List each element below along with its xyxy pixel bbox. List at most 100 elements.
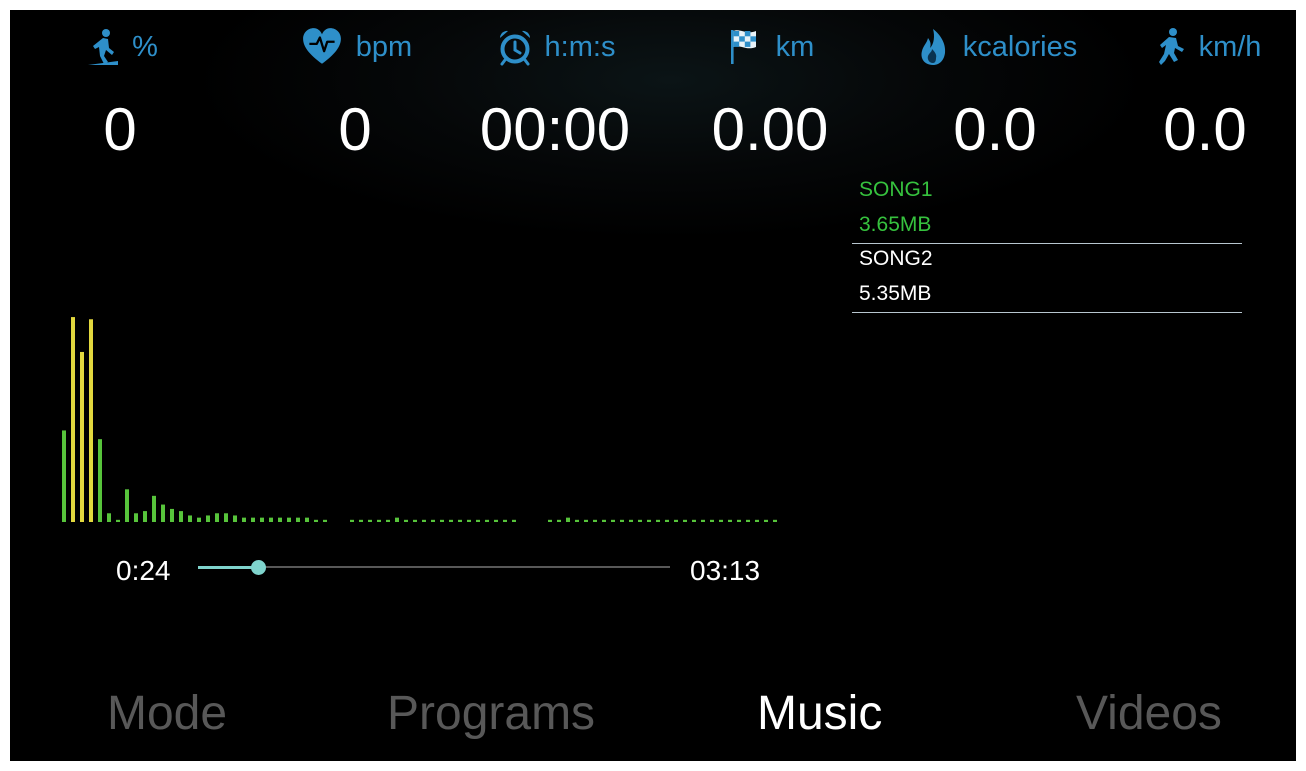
song-size: 5.35MB — [859, 282, 932, 305]
song-item-song1[interactable]: SONG1 3.65MB — [852, 175, 1242, 244]
spectrum-bar — [125, 489, 129, 522]
spectrum-bar — [224, 513, 228, 522]
spectrum-bar — [404, 519, 408, 522]
spectrum-bar — [233, 515, 237, 522]
spectrum-bar — [557, 519, 561, 522]
total-duration: 03:13 — [690, 555, 761, 586]
spectrum-bar — [773, 519, 777, 522]
spectrum-bar — [377, 519, 381, 522]
spectrum-bar — [629, 519, 633, 522]
spectrum-bar — [422, 519, 426, 522]
calories-unit: kcalories — [962, 30, 1078, 63]
spectrum-bar — [575, 519, 579, 522]
spectrum-bar — [188, 515, 192, 522]
spectrum-bar — [242, 517, 246, 522]
tab-programs[interactable]: Programs — [387, 690, 595, 738]
incline-value: 0 — [103, 96, 137, 163]
spectrum-bar — [485, 519, 489, 522]
distance-value: 0.00 — [711, 96, 829, 163]
spectrum-bar — [413, 519, 417, 522]
spectrum-bar — [215, 513, 219, 522]
spectrum-bar — [80, 351, 84, 522]
tab-videos[interactable]: Videos — [1076, 690, 1222, 738]
spectrum-bar — [746, 519, 750, 522]
spectrum-bar — [476, 519, 480, 522]
checkered-flag-icon — [730, 30, 756, 64]
song-item-song2[interactable]: SONG2 5.35MB — [852, 244, 1242, 313]
speed-value: 0.0 — [1163, 96, 1247, 163]
spectrum-bar — [251, 517, 255, 522]
spectrum-bar — [458, 519, 462, 522]
seek-bar[interactable] — [198, 559, 670, 575]
spectrum-bar — [755, 519, 759, 522]
spectrum-bar — [152, 495, 156, 522]
incline-stat: % 0 — [50, 22, 190, 160]
spectrum-bar — [620, 519, 624, 522]
seek-thumb[interactable] — [250, 559, 266, 575]
spectrum-bar — [197, 517, 201, 522]
playlist: SONG1 3.65MB SONG2 5.35MB — [852, 175, 1242, 313]
flame-icon — [921, 29, 945, 65]
time-value: 00:00 — [479, 96, 631, 163]
spectrum-bar — [728, 519, 732, 522]
time-unit: h:m:s — [544, 30, 616, 63]
spectrum-bar — [350, 519, 354, 522]
spectrum-bar — [314, 519, 318, 522]
walker-incline-icon — [88, 29, 119, 65]
heart-rate-stat: bpm 0 — [260, 22, 450, 160]
speed-stat: km/h 0.0 — [1130, 22, 1280, 160]
calories-value: 0.0 — [953, 96, 1037, 163]
song-name: SONG2 — [859, 247, 933, 270]
spectrum-bar — [305, 517, 309, 522]
incline-unit: % — [132, 30, 158, 63]
spectrum-bar — [431, 519, 435, 522]
spectrum-bar — [170, 508, 174, 522]
time-stat: h:m:s 00:00 — [470, 22, 640, 160]
spectrum-bar — [179, 511, 183, 522]
tab-music[interactable]: Music — [757, 690, 882, 738]
spectrum-bar — [548, 519, 552, 522]
spectrum-bar — [602, 519, 606, 522]
distance-stat: km 0.00 — [700, 22, 840, 160]
song-size: 3.65MB — [859, 213, 932, 236]
spectrum-bar — [206, 515, 210, 522]
spectrum-bar — [494, 519, 498, 522]
spectrum-bar — [512, 519, 516, 522]
spectrum-bar — [692, 519, 696, 522]
calories-stat: kcalories 0.0 — [900, 22, 1090, 160]
alarm-clock-icon — [499, 30, 530, 66]
spectrum-bar — [107, 513, 111, 522]
spectrum-bar — [98, 439, 102, 522]
distance-unit: km — [775, 30, 815, 63]
spectrum-visualizer — [62, 317, 777, 522]
spectrum-bar — [368, 519, 372, 522]
tab-mode[interactable]: Mode — [107, 690, 227, 738]
spectrum-bar — [683, 519, 687, 522]
spectrum-bar — [440, 519, 444, 522]
spectrum-bar — [89, 319, 93, 522]
spectrum-bar — [296, 517, 300, 522]
spectrum-bar — [701, 519, 705, 522]
spectrum-bar — [260, 517, 264, 522]
spectrum-bar — [143, 511, 147, 522]
song-name: SONG1 — [859, 178, 933, 201]
spectrum-bar — [62, 430, 66, 522]
spectrum-bar — [278, 517, 282, 522]
spectrum-bar — [710, 519, 714, 522]
spectrum-bar — [269, 517, 273, 522]
spectrum-bar — [584, 519, 588, 522]
spectrum-bar — [674, 519, 678, 522]
seek-progress — [198, 565, 259, 569]
spectrum-bar — [566, 517, 570, 522]
elapsed-time: 0:24 — [116, 555, 171, 586]
spectrum-bar — [503, 519, 507, 522]
spectrum-bar — [116, 519, 120, 522]
spectrum-bar — [737, 519, 741, 522]
spectrum-bar — [386, 519, 390, 522]
spectrum-bar — [593, 519, 597, 522]
spectrum-bar — [638, 519, 642, 522]
heart-rate-value: 0 — [338, 96, 372, 163]
spectrum-bar — [764, 519, 768, 522]
spectrum-bar — [467, 519, 471, 522]
spectrum-bar — [161, 504, 165, 522]
